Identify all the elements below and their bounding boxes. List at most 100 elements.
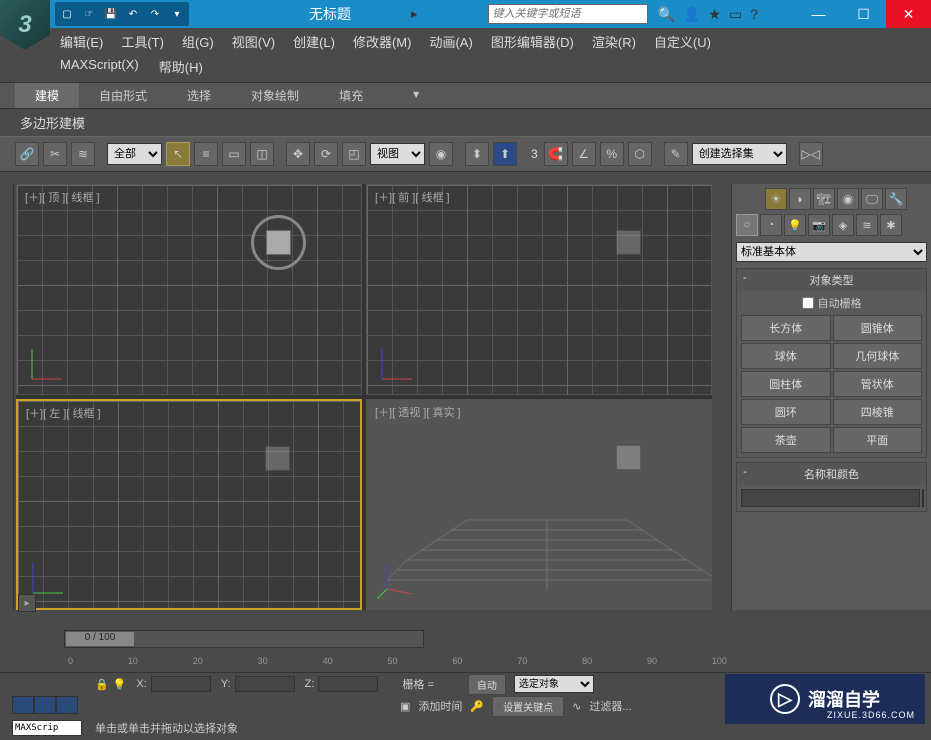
lock-icon[interactable]: 🔒 — [95, 678, 109, 691]
signin-icon[interactable]: 👤 — [683, 6, 700, 23]
obj-box[interactable]: 长方体 — [741, 315, 831, 341]
vp-layout-2[interactable] — [34, 696, 56, 714]
ribbon-tab-populate[interactable]: 填充 — [319, 83, 383, 108]
obj-torus[interactable]: 圆环 — [741, 399, 831, 425]
viewcube-top[interactable] — [251, 215, 306, 270]
ribbon-tab-freeform[interactable]: 自由形式 — [79, 83, 167, 108]
search-input[interactable] — [488, 4, 648, 24]
menu-views[interactable]: 视图(V) — [232, 32, 275, 51]
vp-layout-1[interactable] — [12, 696, 34, 714]
menu-animation[interactable]: 动画(A) — [429, 32, 472, 51]
maximize-button[interactable]: ☐ — [841, 0, 886, 28]
cmd-tab-utilities[interactable]: 🔧 — [885, 188, 907, 210]
window-crossing-icon[interactable]: ◫ — [250, 142, 274, 166]
viewport-front[interactable]: [＋][ 前 ][ 线框 ] — [366, 184, 712, 395]
menu-tools[interactable]: 工具(T) — [121, 32, 164, 51]
vp-label-front[interactable]: [＋][ 前 ][ 线框 ] — [375, 189, 450, 205]
manipulate-icon[interactable]: ⬍ — [465, 142, 489, 166]
scale-icon[interactable]: ◰ — [342, 142, 366, 166]
move-icon[interactable]: ✥ — [286, 142, 310, 166]
bind-icon[interactable]: ≋ — [71, 142, 95, 166]
favorites-icon[interactable]: ★ — [708, 6, 721, 23]
menu-help[interactable]: 帮助(H) — [159, 57, 203, 76]
object-name-input[interactable] — [741, 489, 920, 507]
viewport-left[interactable]: [＋][ 左 ][ 线框 ] — [16, 399, 362, 610]
search-icon[interactable]: 🔍 — [658, 6, 675, 23]
subtab-systems-icon[interactable]: ✱ — [880, 214, 902, 236]
select-object-icon[interactable]: ↖ — [166, 142, 190, 166]
obj-sphere[interactable]: 球体 — [741, 343, 831, 369]
unlink-icon[interactable]: ✂ — [43, 142, 67, 166]
menu-edit[interactable]: 编辑(E) — [60, 32, 103, 51]
selection-filter[interactable]: 全部 — [107, 143, 162, 165]
named-sets-icon[interactable]: ✎ — [664, 142, 688, 166]
subtab-cameras-icon[interactable]: 📷 — [808, 214, 830, 236]
qat-save[interactable]: 💾 — [101, 4, 121, 24]
lightbulb-icon[interactable]: 💡 — [113, 678, 127, 691]
percent-snap-icon[interactable]: % — [600, 142, 624, 166]
cmd-tab-hierarchy[interactable]: 🏗 — [813, 188, 835, 210]
keyfilters-icon[interactable]: ∿ — [572, 700, 581, 713]
geometry-category[interactable]: 标准基本体 — [736, 242, 927, 262]
vp-label-top[interactable]: [＋][ 顶 ][ 线框 ] — [25, 189, 100, 205]
cmd-tab-display[interactable]: 🖵 — [861, 188, 883, 210]
setkey-button[interactable]: 设置关键点 — [492, 696, 564, 717]
ribbon-expand[interactable]: ▾ — [393, 83, 439, 108]
subtab-helpers-icon[interactable]: ◈ — [832, 214, 854, 236]
spinner-snap-icon[interactable]: ⬡ — [628, 142, 652, 166]
menu-maxscript[interactable]: MAXScript(X) — [60, 57, 139, 76]
time-ruler[interactable]: 0 10 20 30 40 50 60 70 80 90 100 — [64, 656, 731, 672]
rotate-icon[interactable]: ⟳ — [314, 142, 338, 166]
obj-tube[interactable]: 管状体 — [833, 371, 923, 397]
ribbon-tab-objectpaint[interactable]: 对象绘制 — [231, 83, 319, 108]
snap-toggle-icon[interactable]: 🧲 — [544, 142, 568, 166]
viewport-top[interactable]: [＋][ 顶 ][ 线框 ] — [16, 184, 362, 395]
qat-more[interactable]: ▾ — [167, 4, 187, 24]
menu-modifiers[interactable]: 修改器(M) — [353, 32, 412, 51]
addtime-icon[interactable]: ▣ — [400, 700, 410, 713]
viewcube-front[interactable] — [601, 215, 656, 270]
rollout-objtype[interactable]: 对象类型 — [737, 269, 926, 291]
keyfilter-select[interactable]: 选定对象 — [514, 675, 594, 693]
obj-cylinder[interactable]: 圆柱体 — [741, 371, 831, 397]
qat-undo[interactable]: ↶ — [123, 4, 143, 24]
menu-graph[interactable]: 图形编辑器(D) — [491, 32, 574, 51]
maxscript-listener[interactable] — [12, 720, 82, 736]
viewport-perspective[interactable]: [＋][ 透视 ][ 真实 ] — [366, 399, 712, 610]
obj-plane[interactable]: 平面 — [833, 427, 923, 453]
link-icon[interactable]: 🔗 — [15, 142, 39, 166]
filters-label[interactable]: 过滤器... — [589, 698, 631, 714]
subtab-geometry-icon[interactable]: ○ — [736, 214, 758, 236]
qat-new[interactable]: ▢ — [57, 4, 77, 24]
keyboard-shortcut-icon[interactable]: ⬆ — [493, 142, 517, 166]
vp-label-left[interactable]: [＋][ 左 ][ 线框 ] — [26, 405, 101, 421]
subtab-shapes-icon[interactable]: ◔ — [760, 214, 782, 236]
cmd-tab-modify[interactable]: ◗ — [789, 188, 811, 210]
obj-pyramid[interactable]: 四棱锥 — [833, 399, 923, 425]
menu-create[interactable]: 创建(L) — [293, 32, 335, 51]
obj-geosphere[interactable]: 几何球体 — [833, 343, 923, 369]
ref-coord-system[interactable]: 视图 — [370, 143, 425, 165]
subtab-spacewarps-icon[interactable]: ≋ — [856, 214, 878, 236]
autokey-button[interactable]: 自动 — [468, 674, 506, 695]
key-icon[interactable]: 🔑 — [470, 700, 484, 713]
z-input[interactable] — [318, 676, 378, 692]
vp-layout-3[interactable] — [56, 696, 78, 714]
close-button[interactable]: ✕ — [886, 0, 931, 28]
qat-redo[interactable]: ↷ — [145, 4, 165, 24]
vp-label-persp[interactable]: [＋][ 透视 ][ 真实 ] — [375, 404, 461, 420]
angle-snap-icon[interactable]: ∠ — [572, 142, 596, 166]
menu-customize[interactable]: 自定义(U) — [654, 32, 711, 51]
named-selection-sets[interactable]: 创建选择集 — [692, 143, 787, 165]
y-input[interactable] — [235, 676, 295, 692]
help-icon[interactable]: ? — [750, 6, 758, 23]
viewcube-left[interactable] — [250, 431, 305, 486]
ribbon-tab-selection[interactable]: 选择 — [167, 83, 231, 108]
obj-teapot[interactable]: 茶壶 — [741, 427, 831, 453]
ribbon-tab-modeling[interactable]: 建模 — [15, 83, 79, 108]
pivot-icon[interactable]: ◉ — [429, 142, 453, 166]
time-slider[interactable]: 0 / 100 — [64, 630, 424, 648]
subtab-lights-icon[interactable]: 💡 — [784, 214, 806, 236]
mirror-icon[interactable]: ▷◁ — [799, 142, 823, 166]
object-color-swatch[interactable] — [922, 489, 924, 507]
